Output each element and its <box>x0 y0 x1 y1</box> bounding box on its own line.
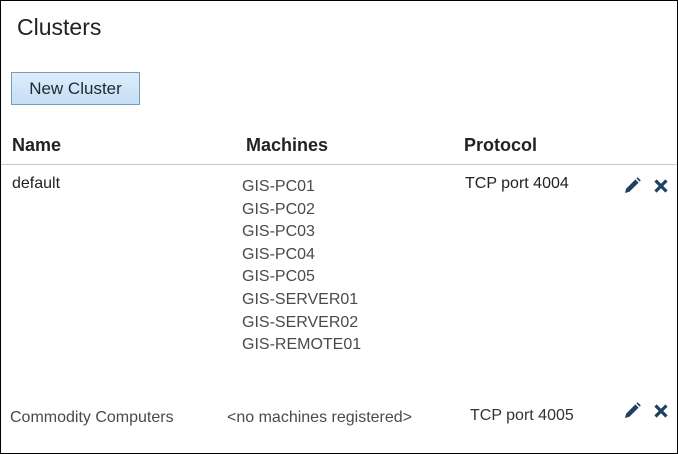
column-header-protocol: Protocol <box>464 135 538 155</box>
cluster-protocol: TCP port 4004 <box>465 175 569 192</box>
machine-item: GIS-PC03 <box>242 223 315 241</box>
machine-list: GIS-PC01 GIS-PC02 GIS-PC03 GIS-PC04 GIS-… <box>242 176 361 357</box>
machine-item: GIS-PC02 <box>242 200 315 218</box>
machine-item: GIS-REMOTE01 <box>242 336 362 354</box>
machine-item: GIS-SERVER02 <box>242 313 359 331</box>
new-cluster-button[interactable]: New Cluster <box>11 72 140 105</box>
no-machines-text: <no machines registered> <box>227 409 412 426</box>
pencil-icon <box>625 177 641 193</box>
machine-item: GIS-PC01 <box>242 178 315 195</box>
cluster-name: default <box>12 175 61 192</box>
close-icon <box>654 179 668 193</box>
delete-button[interactable] <box>650 400 672 422</box>
machine-item: GIS-SERVER01 <box>242 290 359 308</box>
column-header-name: Name <box>12 135 62 155</box>
cluster-protocol: TCP port 4005 <box>470 407 574 424</box>
header-divider <box>1 164 677 165</box>
delete-button[interactable] <box>650 175 672 197</box>
column-header-machines: Machines <box>246 135 329 155</box>
edit-button[interactable] <box>621 175 643 197</box>
edit-button[interactable] <box>621 400 643 422</box>
pencil-icon <box>625 402 641 418</box>
page-title: Clusters <box>17 14 102 40</box>
machine-item: GIS-PC04 <box>242 245 315 263</box>
close-icon <box>654 404 668 418</box>
cluster-name: Commodity Computers <box>10 409 174 426</box>
clusters-panel: Clusters New Cluster Name Machines Proto… <box>0 0 678 454</box>
machine-item: GIS-PC05 <box>242 268 315 286</box>
